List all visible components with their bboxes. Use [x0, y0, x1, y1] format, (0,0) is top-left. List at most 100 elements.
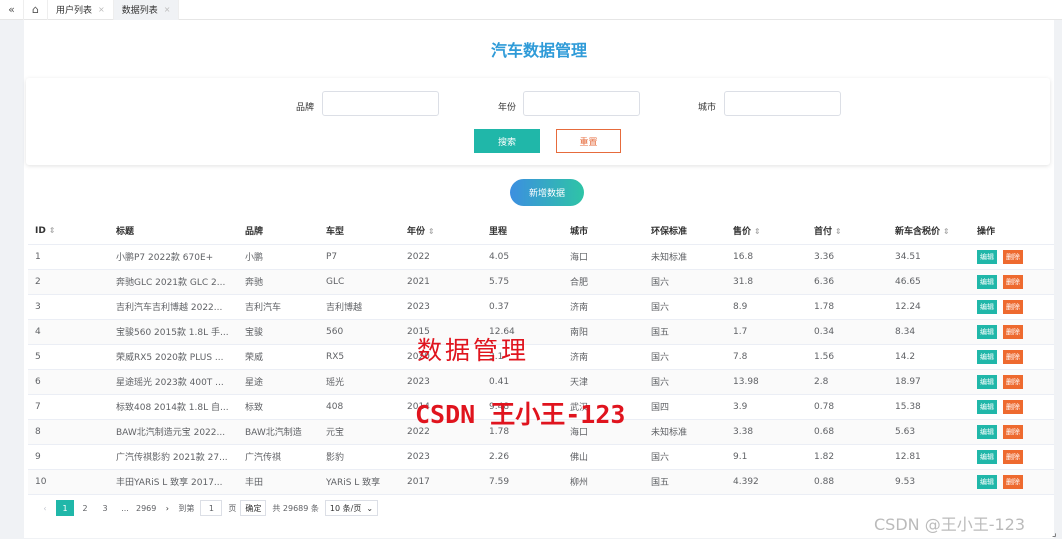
delete-button[interactable]: 删除: [1003, 350, 1023, 364]
table-cell: 0.37: [482, 294, 563, 319]
table-cell: 0.41: [482, 369, 563, 394]
table-cell: 8.9: [726, 294, 807, 319]
reset-button[interactable]: 重置: [556, 129, 621, 153]
sort-icon[interactable]: ⇕: [943, 227, 950, 236]
close-icon[interactable]: ×: [98, 5, 105, 14]
delete-button[interactable]: 删除: [1003, 275, 1023, 289]
edit-button[interactable]: 编辑: [977, 375, 997, 389]
table-cell: 标致: [238, 394, 319, 419]
top-tab-bar: « ⌂ 用户列表 × 数据列表 ×: [0, 0, 1062, 20]
table-cell: 7: [28, 394, 109, 419]
sort-icon[interactable]: ⇕: [835, 227, 842, 236]
table-cell: 6: [28, 369, 109, 394]
table-cell: 星途: [238, 369, 319, 394]
delete-button[interactable]: 删除: [1003, 300, 1023, 314]
sort-icon[interactable]: ⇕: [754, 227, 761, 236]
table-cell: 12.81: [888, 444, 970, 469]
prev-page-button[interactable]: ‹: [36, 500, 54, 516]
table-row: 9广汽传祺影豹 2021款 27...广汽传祺影豹20232.26佛山国六9.1…: [28, 444, 1054, 469]
double-chevron-left-icon[interactable]: «: [0, 0, 24, 20]
delete-button[interactable]: 删除: [1003, 375, 1023, 389]
edit-button[interactable]: 编辑: [977, 275, 997, 289]
page-size-select[interactable]: 10 条/页 ⌄: [325, 500, 378, 516]
table-body: 1小鹏P7 2022款 670E+小鹏P720224.05海口未知标准16.83…: [28, 244, 1054, 494]
year-input[interactable]: [523, 91, 640, 116]
tab-user-list[interactable]: 用户列表 ×: [48, 0, 114, 20]
table-cell: 广汽传祺影豹 2021款 27...: [109, 444, 238, 469]
delete-button[interactable]: 删除: [1003, 425, 1023, 439]
add-data-button[interactable]: 新增数据: [510, 179, 584, 206]
column-header[interactable]: 年份⇕: [400, 218, 482, 244]
table-cell: 12.24: [888, 294, 970, 319]
table-row: 6星途瑶光 2023款 400T ...星途瑶光20230.41天津国六13.9…: [28, 369, 1054, 394]
close-icon[interactable]: ×: [164, 5, 171, 14]
column-header[interactable]: 首付⇕: [807, 218, 888, 244]
edit-button[interactable]: 编辑: [977, 300, 997, 314]
confirm-button[interactable]: 确定: [240, 500, 266, 516]
table-cell: 46.65: [888, 269, 970, 294]
column-header[interactable]: 新车含税价⇕: [888, 218, 970, 244]
edit-button[interactable]: 编辑: [977, 325, 997, 339]
edit-button[interactable]: 编辑: [977, 450, 997, 464]
next-page-button[interactable]: ›: [158, 500, 176, 516]
tab-data-list[interactable]: 数据列表 ×: [114, 0, 180, 20]
page-3-button[interactable]: 3: [96, 500, 114, 516]
delete-button[interactable]: 删除: [1003, 250, 1023, 264]
edit-button[interactable]: 编辑: [977, 400, 997, 414]
table-cell: 31.8: [726, 269, 807, 294]
table-cell: 8: [28, 419, 109, 444]
sort-icon[interactable]: ⇕: [49, 226, 56, 235]
search-button[interactable]: 搜索: [474, 129, 540, 153]
table-cell: 1.82: [807, 444, 888, 469]
page-1-button[interactable]: 1: [56, 500, 74, 516]
page-size-value: 10 条/页: [330, 503, 361, 514]
column-header-label: 标题: [116, 227, 134, 237]
table-cell: 吉利汽车吉利博越 2022...: [109, 294, 238, 319]
table-cell: 国六: [644, 344, 726, 369]
brand-input[interactable]: [322, 91, 439, 116]
actions-cell: 编辑删除: [970, 319, 1054, 344]
table-cell: 南阳: [563, 319, 644, 344]
goto-page-input[interactable]: 1: [200, 500, 222, 516]
home-icon[interactable]: ⌂: [24, 0, 48, 20]
edit-button[interactable]: 编辑: [977, 350, 997, 364]
column-header: 城市: [563, 218, 644, 244]
column-header-label: 售价: [733, 227, 751, 237]
total-count: 共 29689 条: [272, 503, 319, 514]
table-cell: 柳州: [563, 469, 644, 494]
table-cell: 奔驰GLC 2021款 GLC 2...: [109, 269, 238, 294]
page-unit-label: 页: [228, 503, 236, 514]
table-cell: 标致408 2014款 1.8L 自...: [109, 394, 238, 419]
column-header[interactable]: ID⇕: [28, 218, 109, 244]
table-cell: 9.1: [726, 444, 807, 469]
edit-button[interactable]: 编辑: [977, 475, 997, 489]
page-2-button[interactable]: 2: [76, 500, 94, 516]
table-cell: 8.34: [888, 319, 970, 344]
pagination: ‹ 1 2 3 ... 2969 › 到第 1 页 确定 共 29689 条 1…: [36, 500, 378, 516]
column-header: 品牌: [238, 218, 319, 244]
edit-button[interactable]: 编辑: [977, 250, 997, 264]
delete-button[interactable]: 删除: [1003, 325, 1023, 339]
actions-cell: 编辑删除: [970, 369, 1054, 394]
sort-icon[interactable]: ⇕: [428, 227, 435, 236]
table-cell: 天津: [563, 369, 644, 394]
delete-button[interactable]: 删除: [1003, 475, 1023, 489]
city-input[interactable]: [724, 91, 841, 116]
table-cell: 小鹏: [238, 244, 319, 269]
table-row: 2奔驰GLC 2021款 GLC 2...奔驰GLC20215.75合肥国六31…: [28, 269, 1054, 294]
actions-cell: 编辑删除: [970, 244, 1054, 269]
delete-button[interactable]: 删除: [1003, 400, 1023, 414]
watermark-corner: CSDN @王小王-123: [874, 511, 1025, 535]
actions-cell: 编辑删除: [970, 444, 1054, 469]
edit-button[interactable]: 编辑: [977, 425, 997, 439]
table-cell: 影豹: [319, 444, 400, 469]
table-cell: 0.88: [807, 469, 888, 494]
column-header[interactable]: 售价⇕: [726, 218, 807, 244]
table-cell: 国六: [644, 444, 726, 469]
table-cell: 0.68: [807, 419, 888, 444]
page-ellipsis[interactable]: ...: [116, 500, 134, 516]
delete-button[interactable]: 删除: [1003, 450, 1023, 464]
resize-handle-icon[interactable]: ⌟: [1052, 528, 1062, 538]
table-cell: 吉利汽车: [238, 294, 319, 319]
page-last-button[interactable]: 2969: [136, 500, 156, 516]
